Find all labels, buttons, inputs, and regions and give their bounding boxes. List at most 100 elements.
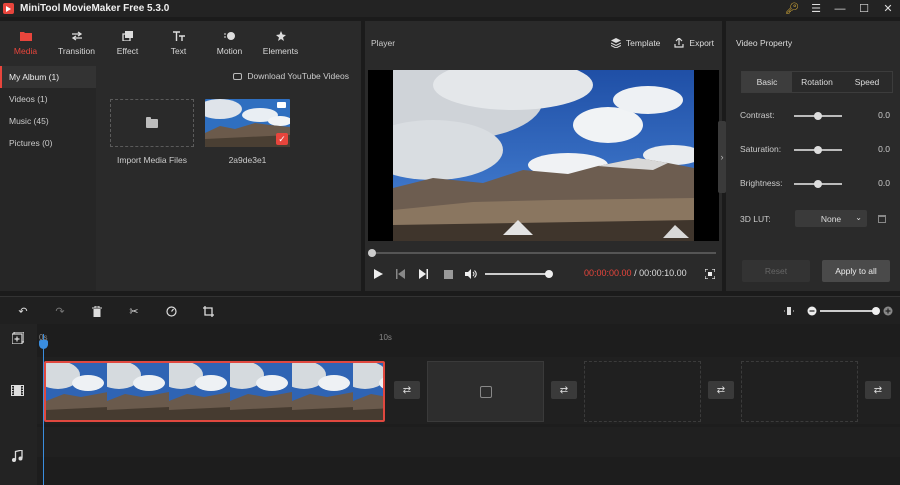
sidebar-item-music[interactable]: Music (45): [0, 110, 96, 132]
saturation-value: 0.0: [878, 144, 890, 154]
lut-label: 3D LUT:: [740, 214, 771, 224]
playhead[interactable]: [43, 334, 44, 485]
empty-clip-slot[interactable]: [584, 361, 701, 422]
tab-speed[interactable]: Speed: [842, 72, 892, 92]
tab-effect[interactable]: Effect: [102, 21, 153, 65]
key-icon[interactable]: 🔑︎: [780, 0, 804, 17]
media-panel: Media Transition Effect Text Motion Elem…: [0, 21, 361, 291]
clip-frame: [342, 363, 383, 420]
lut-dropdown[interactable]: None ⌄: [795, 210, 867, 227]
ruler-mark-label: 10s: [379, 333, 392, 342]
transition-button[interactable]: ⇄: [708, 381, 734, 399]
transition-button[interactable]: ⇄: [394, 381, 420, 399]
trash-icon[interactable]: [878, 215, 886, 223]
media-library: Download YouTube Videos Import Media Fil…: [96, 66, 361, 291]
lut-value: None: [820, 213, 842, 224]
tab-elements[interactable]: Elements: [255, 21, 306, 65]
transition-button[interactable]: ⇄: [551, 381, 577, 399]
undo-icon[interactable]: ↶: [16, 304, 30, 318]
media-clip-thumbnail[interactable]: ✓: [205, 99, 290, 147]
tab-transition[interactable]: Transition: [51, 21, 102, 65]
download-icon: [479, 385, 492, 398]
video-preview[interactable]: [368, 70, 719, 241]
zoom-out-icon[interactable]: [805, 304, 819, 318]
brightness-handle[interactable]: [814, 180, 822, 188]
timeline-ruler[interactable]: 0s 10s: [37, 324, 900, 356]
add-track-icon[interactable]: [11, 331, 25, 346]
folder-icon: [19, 30, 33, 42]
minimize-button[interactable]: —: [828, 0, 852, 17]
volume-slider[interactable]: [485, 270, 553, 278]
tab-rotation[interactable]: Rotation: [792, 72, 842, 92]
video-frame-image: [393, 70, 694, 241]
video-track-icon: [11, 385, 24, 398]
delete-icon[interactable]: [90, 304, 104, 318]
maximize-button[interactable]: ☐: [852, 0, 876, 17]
fullscreen-button[interactable]: [704, 266, 716, 282]
zoom-handle[interactable]: [872, 307, 880, 315]
fit-timeline-icon[interactable]: [782, 304, 796, 318]
tab-label: Elements: [262, 46, 299, 56]
previous-frame-button[interactable]: [393, 266, 407, 282]
stop-icon: [443, 269, 453, 279]
sidebar-item-my-album[interactable]: My Album (1): [0, 66, 96, 88]
playhead-handle[interactable]: [39, 340, 48, 349]
redo-icon[interactable]: ↷: [53, 304, 67, 318]
speed-icon[interactable]: [164, 304, 178, 318]
app-title: MiniTool MovieMaker Free 5.3.0: [20, 3, 170, 14]
zoom-in-icon[interactable]: [881, 304, 895, 318]
close-button[interactable]: ✕: [876, 0, 900, 17]
tab-media[interactable]: Media: [0, 21, 51, 65]
empty-clip-slot[interactable]: [427, 361, 544, 422]
download-youtube-button[interactable]: Download YouTube Videos: [233, 71, 349, 81]
apply-to-all-button[interactable]: Apply to all: [822, 260, 890, 282]
elements-icon: [274, 30, 288, 42]
saturation-slider[interactable]: [794, 146, 842, 154]
music-track-icon: [12, 449, 23, 464]
collapse-panel-button[interactable]: ›: [718, 121, 726, 193]
player-title: Player: [371, 38, 396, 48]
tab-text[interactable]: Text: [153, 21, 204, 65]
seek-bar[interactable]: [368, 249, 716, 257]
effect-icon: [121, 30, 135, 42]
saturation-handle[interactable]: [814, 146, 822, 154]
empty-clip-slot[interactable]: [741, 361, 858, 422]
reset-button[interactable]: Reset: [742, 260, 810, 282]
menu-icon[interactable]: ☰: [804, 0, 828, 17]
contrast-handle[interactable]: [814, 112, 822, 120]
crop-icon[interactable]: [201, 304, 215, 318]
total-time: / 00:00:10.00: [634, 268, 687, 278]
tab-label: Media: [13, 46, 38, 56]
property-tabs: Basic Rotation Speed: [741, 71, 893, 93]
player-actions: Template Export: [597, 21, 714, 65]
timeline-toolbar: ↶ ↷ ✂: [0, 296, 900, 324]
video-property-panel: Video Property Basic Rotation Speed Cont…: [726, 21, 900, 291]
import-media-button[interactable]: [110, 99, 194, 147]
next-frame-button[interactable]: [416, 266, 430, 282]
export-button[interactable]: Export: [674, 38, 714, 48]
seek-handle[interactable]: [368, 249, 376, 257]
skip-back-icon: [395, 269, 405, 279]
brightness-slider[interactable]: [794, 180, 842, 188]
volume-button[interactable]: [463, 266, 479, 282]
tab-basic[interactable]: Basic: [742, 72, 792, 92]
volume-icon: [465, 269, 477, 279]
timeline-video-clip[interactable]: [44, 361, 385, 422]
tab-motion[interactable]: Motion: [204, 21, 255, 65]
contrast-slider[interactable]: [794, 112, 842, 120]
transition-button[interactable]: ⇄: [865, 381, 891, 399]
folder-icon: [146, 116, 158, 128]
stop-button[interactable]: [441, 266, 455, 282]
template-button[interactable]: Template: [610, 38, 660, 48]
sidebar-item-videos[interactable]: Videos (1): [0, 88, 96, 110]
sidebar-item-pictures[interactable]: Pictures (0): [0, 132, 96, 154]
zoom-slider[interactable]: [820, 307, 880, 315]
export-icon: [674, 38, 685, 48]
volume-handle[interactable]: [545, 270, 553, 278]
clip-frame: [97, 363, 170, 420]
audio-track[interactable]: [37, 427, 900, 457]
current-time: 00:00:00.00: [584, 268, 632, 278]
play-button[interactable]: [371, 266, 385, 282]
export-label: Export: [689, 38, 714, 48]
scissors-icon[interactable]: ✂: [127, 304, 141, 318]
